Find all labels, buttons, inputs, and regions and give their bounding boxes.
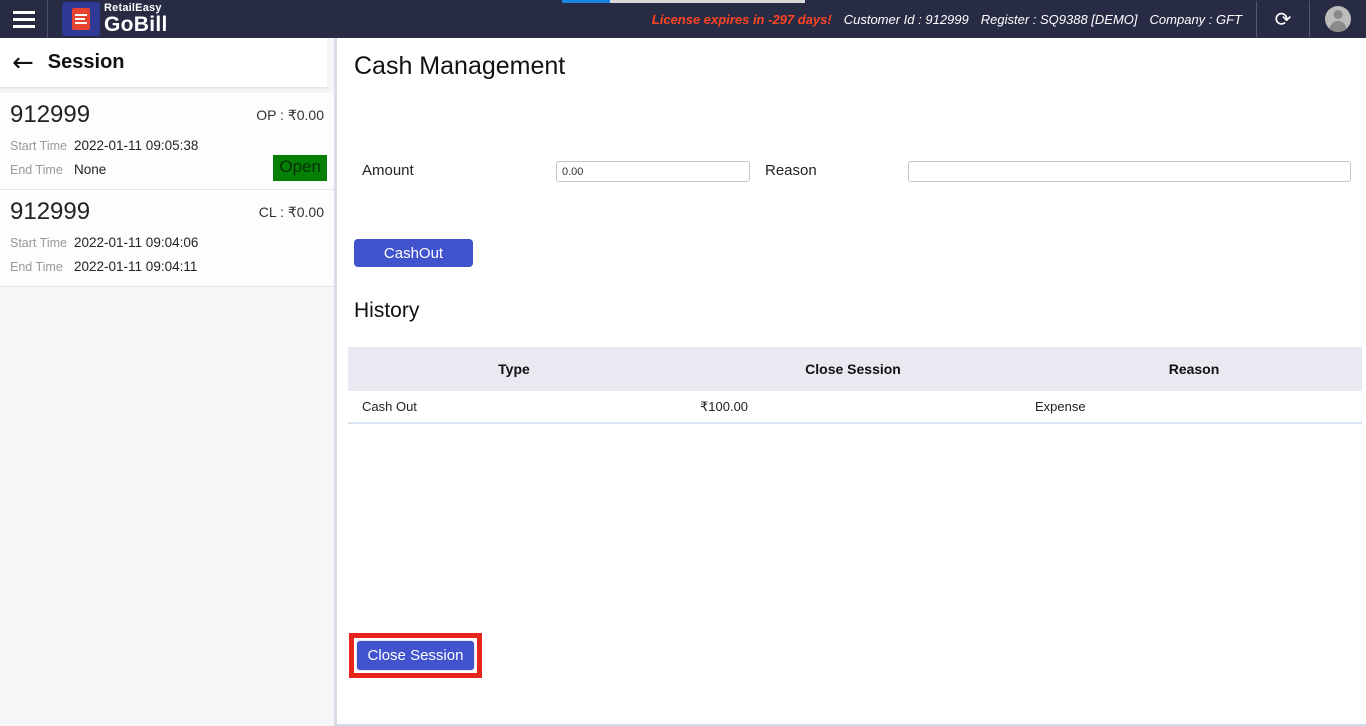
session-list-item[interactable]: 912999 CL : ₹0.00 Start Time 2022-01-11 … [0, 190, 334, 287]
close-session-button[interactable]: Close Session [356, 640, 475, 671]
topbar-divider [47, 0, 48, 38]
receipt-logo-icon [62, 2, 100, 36]
table-header-row: Type Close Session Reason [348, 347, 1362, 391]
start-time-value: 2022-01-11 09:05:38 [74, 138, 199, 153]
column-header-type: Type [498, 361, 530, 377]
app-window: RetailEasy GoBill License expires in -29… [0, 0, 1366, 726]
close-session-highlight: Close Session [349, 633, 482, 678]
back-arrow-icon[interactable]: ← [12, 50, 34, 76]
brand-name-bottom: GoBill [104, 13, 168, 36]
refresh-icon[interactable]: ⟳ [1257, 7, 1309, 31]
user-avatar-icon[interactable] [1325, 6, 1351, 32]
avatar-wrap [1310, 6, 1366, 32]
end-time-value: 2022-01-11 09:04:11 [74, 259, 198, 274]
end-time-value: None [74, 162, 107, 177]
topbar-status-area: License expires in -297 days! Customer I… [652, 0, 1366, 38]
column-header-reason: Reason [1168, 361, 1220, 377]
license-warning: License expires in -297 days! [651, 11, 832, 27]
amount-input[interactable] [556, 161, 750, 182]
session-list-item[interactable]: 912999 OP : ₹0.00 Start Time 2022-01-11 … [0, 93, 334, 190]
page-title: Cash Management [354, 52, 566, 80]
cashout-button[interactable]: CashOut [354, 239, 473, 267]
cell-amount: ₹100.00 [700, 398, 749, 414]
sidebar-title: Session [47, 51, 125, 73]
table-row: Cash Out ₹100.00 Expense [348, 391, 1362, 424]
session-id: 912999 [10, 198, 91, 225]
status-badge: Open [273, 155, 327, 181]
cell-reason: Expense [1035, 399, 1086, 414]
register-label: Register : SQ9388 [DEMO] [980, 11, 1138, 27]
top-bar: RetailEasy GoBill License expires in -29… [0, 0, 1366, 38]
app-logo: RetailEasy GoBill [62, 0, 168, 38]
start-time-label: Start Time [10, 138, 67, 153]
amount-label: Amount [362, 162, 414, 179]
cell-type: Cash Out [362, 399, 417, 414]
column-header-close-session: Close Session [805, 361, 901, 377]
sidebar-header: ← Session [0, 38, 327, 88]
start-time-label: Start Time [10, 235, 67, 250]
company-label: Company : GFT [1149, 11, 1242, 27]
history-table: Type Close Session Reason Cash Out ₹100.… [348, 347, 1362, 424]
progress-fill [562, 0, 610, 3]
session-list: 912999 OP : ₹0.00 Start Time 2022-01-11 … [0, 93, 334, 287]
session-id: 912999 [10, 101, 91, 128]
cash-management-panel: Cash Management Amount Reason CashOut Hi… [340, 38, 1366, 724]
end-time-label: End Time [10, 162, 63, 177]
reason-label: Reason [765, 162, 817, 179]
menu-icon[interactable] [0, 0, 47, 38]
end-time-label: End Time [10, 259, 63, 274]
session-opening-amount: OP : ₹0.00 [256, 106, 324, 123]
session-closing-amount: CL : ₹0.00 [258, 203, 324, 220]
brand-text: RetailEasy GoBill [104, 3, 168, 36]
start-time-value: 2022-01-11 09:04:06 [74, 235, 199, 250]
reason-input[interactable] [908, 161, 1351, 182]
customer-id-label: Customer Id : 912999 [843, 11, 969, 27]
session-sidebar: ← Session 912999 OP : ₹0.00 Start Time 2… [0, 38, 337, 726]
history-title: History [354, 299, 420, 322]
